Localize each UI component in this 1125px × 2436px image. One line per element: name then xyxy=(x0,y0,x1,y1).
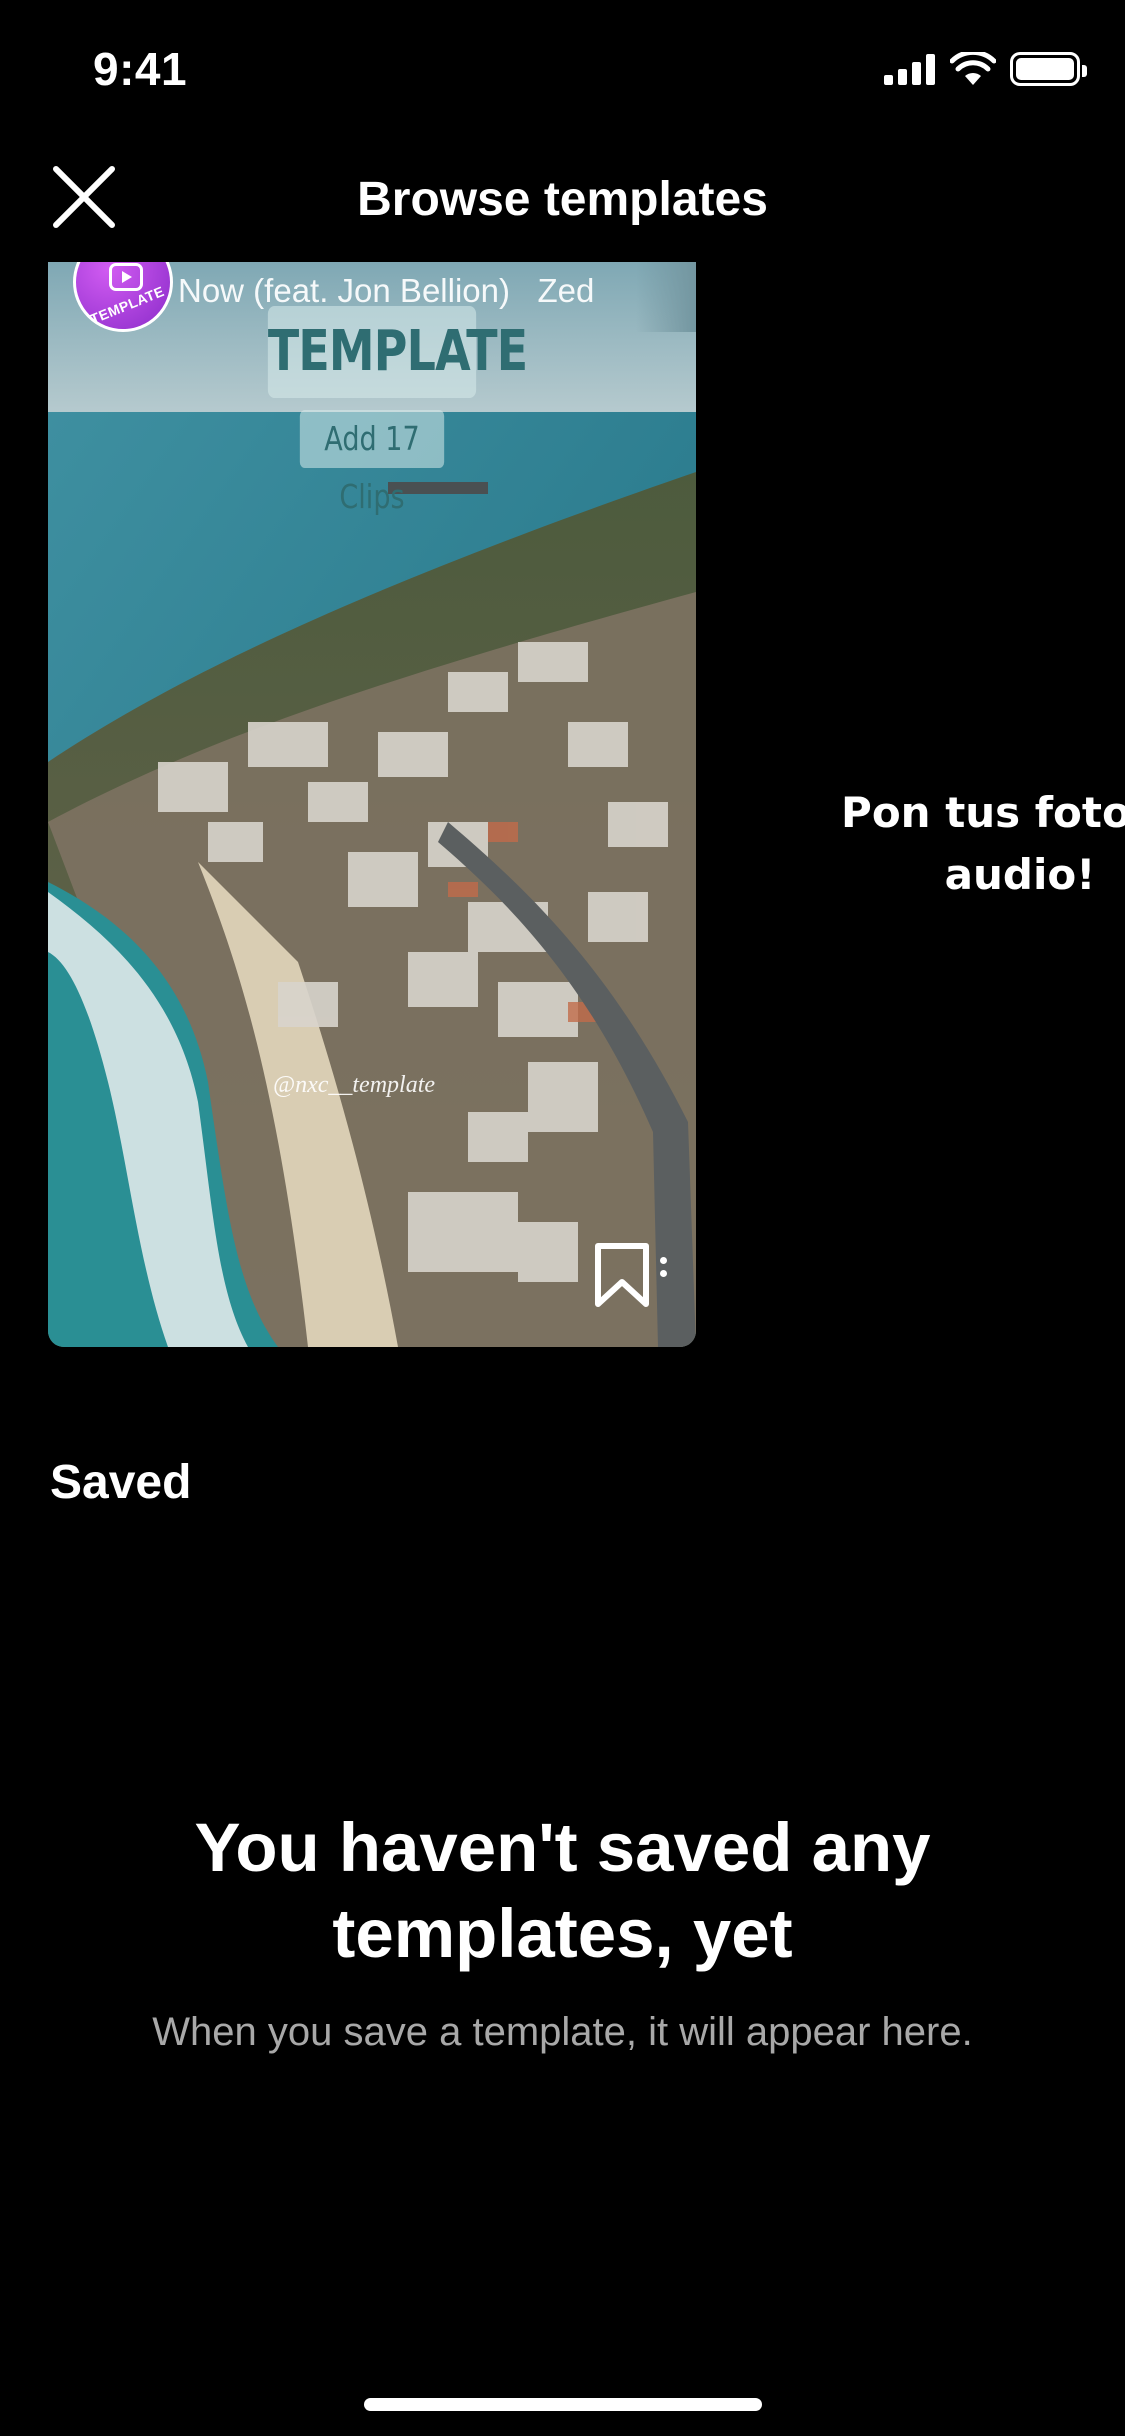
clips-count-label: Add 17 Clips xyxy=(299,410,445,516)
template-card[interactable]: TEMPLATE Now (feat. Jon Bellion) Zed TEM… xyxy=(48,262,696,1347)
saved-section-title: Saved xyxy=(50,1456,192,1509)
home-indicator[interactable] xyxy=(364,2398,762,2411)
battery-icon xyxy=(1010,52,1087,86)
more-options-icon[interactable] xyxy=(660,1257,668,1287)
template-label: TEMPLATE xyxy=(267,306,528,398)
status-icons xyxy=(884,52,1087,86)
next-card-text-line: audio! xyxy=(944,850,1096,899)
next-template-card[interactable]: Pon tus fotos e audio! xyxy=(800,782,1125,906)
artist-name: Zed xyxy=(537,272,595,309)
wifi-icon xyxy=(950,52,996,85)
song-title: Now (feat. Jon Bellion) Zed xyxy=(178,272,595,309)
page-title: Browse templates xyxy=(357,173,768,226)
status-time: 9:41 xyxy=(93,43,188,95)
template-carousel[interactable]: TEMPLATE Now (feat. Jon Bellion) Zed TEM… xyxy=(0,262,1125,1349)
next-card-text-line: Pon tus fotos e xyxy=(841,788,1125,837)
bookmark-icon[interactable] xyxy=(594,1242,650,1308)
watermark-text: @nxc__template xyxy=(273,1072,436,1098)
empty-state-heading: You haven't saved any templates, yet xyxy=(194,1809,931,1972)
signal-icon xyxy=(884,54,935,85)
empty-state-subtext: When you save a template, it will appear… xyxy=(152,2010,973,2054)
